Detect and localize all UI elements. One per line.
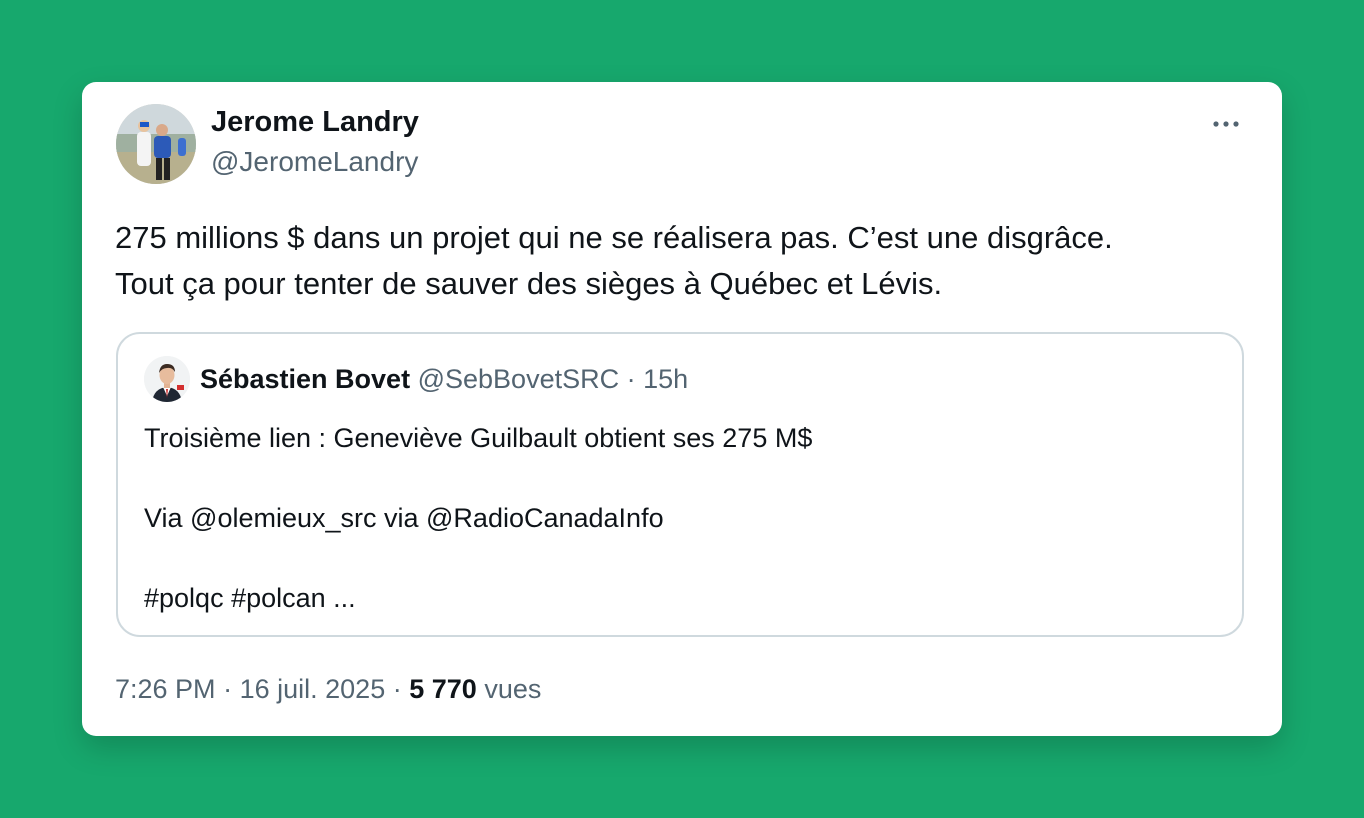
quoted-text-line: Troisième lien : Geneviève Guilbault obt… [144, 423, 813, 453]
more-options-button[interactable] [1210, 112, 1244, 136]
quoted-author-handle[interactable]: @SebBovetSRC [418, 364, 620, 394]
quoted-text: Troisième lien : Geneviève Guilbault obt… [144, 418, 1214, 618]
quoted-author-avatar[interactable] [144, 356, 190, 402]
author-avatar[interactable] [116, 104, 196, 184]
quoted-text-line: Via @olemieux_src via @RadioCanadaInfo [144, 503, 664, 533]
views-count: 5 770 [409, 674, 477, 704]
author-handle[interactable]: @JeromeLandry [211, 146, 418, 178]
tweet-date[interactable]: 16 juil. 2025 [240, 674, 386, 704]
tweet-text: 275 millions $ dans un projet qui ne se … [115, 215, 1255, 307]
quoted-header: Sébastien Bovet @SebBovetSRC · 15h [200, 364, 688, 395]
quoted-author-name[interactable]: Sébastien Bovet [200, 364, 410, 394]
separator-dot: · [392, 674, 402, 704]
quoted-tweet[interactable]: Sébastien Bovet @SebBovetSRC · 15h Trois… [116, 332, 1244, 637]
profile-photo-icon [144, 356, 190, 402]
tweet-card: Jerome Landry @JeromeLandry 275 millions… [82, 82, 1282, 736]
profile-photo-icon [116, 104, 196, 184]
author-name[interactable]: Jerome Landry [211, 106, 419, 139]
quoted-text-line: #polqc #polcan ... [144, 583, 356, 613]
tweet-time[interactable]: 7:26 PM [115, 674, 216, 704]
tweet-text-line: 275 millions $ dans un projet qui ne se … [115, 220, 1113, 255]
tweet-meta: 7:26 PM · 16 juil. 2025 · 5 770 vues [115, 674, 541, 705]
more-horizontal-icon [1213, 121, 1239, 127]
quoted-time[interactable]: 15h [643, 364, 688, 394]
tweet-text-line: Tout ça pour tenter de sauver des sièges… [115, 266, 943, 301]
separator-dot: · [223, 674, 233, 704]
separator-dot: · [626, 364, 636, 394]
views-label: vues [484, 674, 542, 704]
